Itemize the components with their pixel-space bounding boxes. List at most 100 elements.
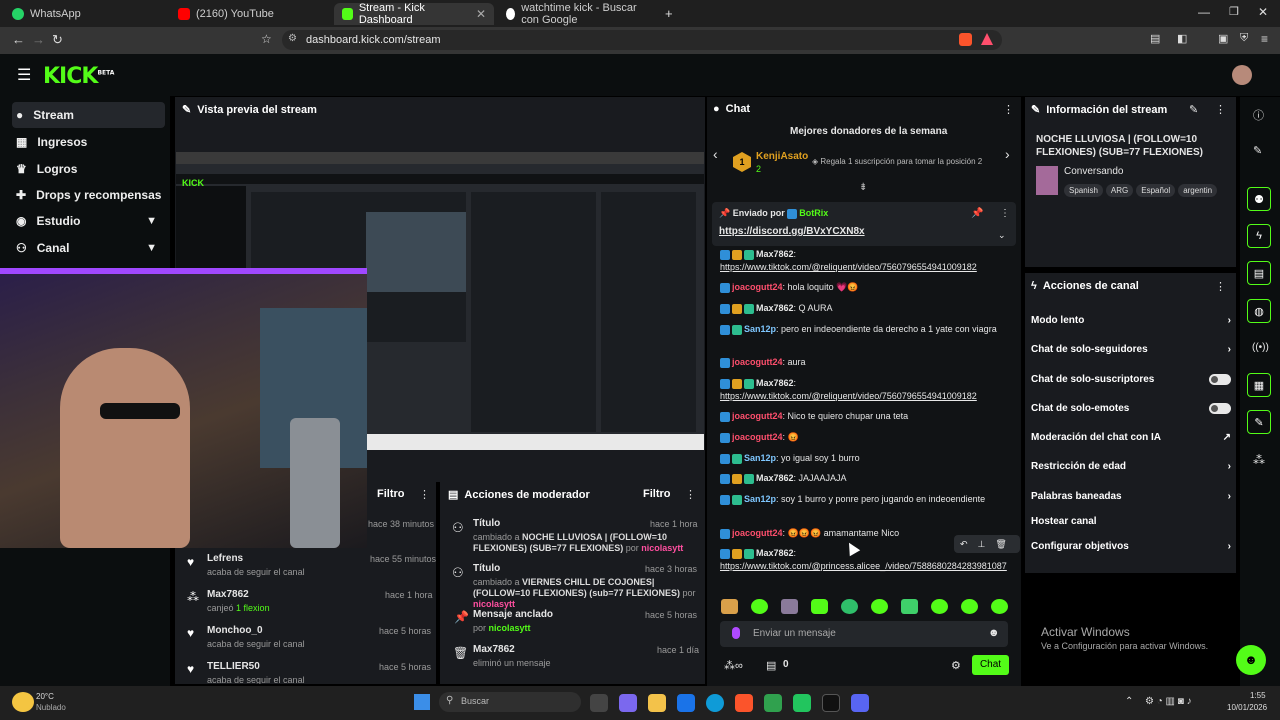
menu-icon[interactable]: ≡ [1261,32,1268,46]
chat-username[interactable]: Max7862 [756,378,794,388]
support-chat-button[interactable]: ☻ [1236,645,1266,675]
chevron-left-icon[interactable]: ‹ [713,146,718,162]
action-modo-lento[interactable]: Modo lento › [1031,315,1231,326]
chat-username[interactable]: Max7862 [756,548,794,558]
moderation-icon[interactable]: ▦ [1247,373,1271,397]
chat-username[interactable]: Max7862 [756,249,794,259]
sidebar-item-estudio[interactable]: ◉ Estudio ▼ [12,208,165,234]
activity-icon[interactable]: ⁂ [1253,453,1265,467]
hype-icon[interactable]: ⁂∞ [724,659,743,672]
windows-start-icon[interactable] [414,694,430,710]
maximize-icon[interactable]: ❐ [1229,5,1239,18]
pinned-link[interactable]: https://discord.gg/BVxYCXN8x [719,226,865,237]
chat-message[interactable]: San12p: yo igual soy 1 burro [720,452,1000,465]
minimize-icon[interactable]: — [1198,5,1210,19]
action-restriccion-edad[interactable]: Restricción de edad › [1031,461,1231,472]
brave-rewards-icon[interactable] [981,33,993,45]
stream-category[interactable]: Conversando [1064,166,1123,177]
chat-link[interactable]: https://www.tiktok.com/@princess.alicee_… [720,561,1007,571]
settings-gear-icon[interactable]: ⚙ [951,659,961,672]
chat-username[interactable]: San12p [744,324,776,334]
event-user[interactable]: Lefrens [207,553,243,564]
chat-link[interactable]: https://www.tiktok.com/@reliquent/video/… [720,391,977,401]
tag-chip[interactable]: argentin [1178,184,1218,197]
avatar[interactable] [1232,65,1252,85]
wrench-icon[interactable]: ✎ [1247,410,1271,434]
new-tab-icon[interactable]: + [665,6,673,21]
chat-message[interactable]: Max7862: https://www.tiktok.com/@reliquen… [720,248,1000,274]
action-palabras-baneadas[interactable]: Palabras baneadas › [1031,491,1231,502]
kick-logo[interactable]: KICKBETA [43,64,114,89]
mod-item-user[interactable]: nicolasytt [641,543,683,553]
sidebar-item-drops[interactable]: ✚ Drops y recompensas [12,182,165,208]
mod-filter-button[interactable]: Filtro [643,488,671,500]
chat-link[interactable]: https://www.tiktok.com/@reliquent/video/… [720,262,977,272]
url-field[interactable]: ⚙ dashboard.kick.com/stream [282,30,1002,50]
action-configurar-objetivos[interactable]: Configurar objetivos › [1031,541,1231,552]
info-icon[interactable]: ⓘ [1253,107,1264,123]
chat-message[interactable]: Max7862: Q AURA [720,302,1000,315]
emote-icon[interactable] [901,599,918,614]
wallet-icon[interactable]: ▣ [1218,32,1228,45]
treasure-icon[interactable]: ▤ [766,659,776,672]
chat-send-button[interactable]: Chat [972,655,1009,675]
more-vertical-icon[interactable]: ⋮ [1003,103,1014,116]
tag-chip[interactable]: Español [1136,184,1176,197]
emote-icon[interactable] [871,599,888,614]
back-icon[interactable]: ← [12,32,25,47]
donor-name[interactable]: KenjiAsato [756,151,808,162]
weather-icon[interactable] [12,692,34,712]
event-user[interactable]: Max7862 [207,589,249,600]
discord-icon[interactable] [851,694,869,712]
event-user[interactable]: Monchoo_0 [207,625,263,636]
sidebar-item-stream[interactable]: ● Stream [12,102,165,128]
task-view-icon[interactable] [590,694,608,712]
hamburger-icon[interactable]: ☰ [17,65,31,85]
edit-icon[interactable]: ✎ [1189,103,1198,116]
bookmark-icon[interactable]: ☆ [261,32,272,46]
lightning-icon[interactable]: ϟ [1247,224,1271,248]
unpin-icon[interactable]: 📌 [971,208,983,219]
tab-kick-dashboard[interactable]: Stream - Kick Dashboard ✕ [334,2,494,26]
close-tab-icon[interactable]: ✕ [476,7,486,21]
action-moderacion-ia[interactable]: Moderación del chat con IA ↗ [1031,432,1231,443]
pin-icon[interactable]: ⊥ [978,539,986,550]
more-vertical-icon[interactable]: ⋮ [1215,280,1226,293]
chat-message[interactable]: Max7862: JAJAAJAJA [720,472,1000,485]
whatsapp-taskbar-icon[interactable] [793,694,811,712]
toggle-switch[interactable] [1209,403,1231,414]
emote-icon[interactable] [811,599,828,614]
chat-username[interactable]: joacogutt24 [732,357,783,367]
events-filter-button[interactable]: Filtro [377,488,405,500]
chat-message[interactable]: joacogutt24: hola loquito 💗😡 [720,281,1000,294]
collapse-icon[interactable]: ⇟ [859,182,867,193]
chat-username[interactable]: joacogutt24 [732,411,783,421]
sidebar-item-logros[interactable]: ♛ Logros [12,156,165,182]
pinned-user[interactable]: BotRix [799,208,828,218]
chat-username[interactable]: joacogutt24 [732,528,783,538]
document-icon[interactable]: ▤ [1247,261,1271,285]
edit-icon[interactable]: ✎ [1253,144,1262,157]
emote-icon[interactable] [991,599,1008,614]
chat-username[interactable]: Max7862 [756,303,794,313]
close-window-icon[interactable]: ✕ [1258,5,1268,19]
store-icon[interactable] [677,694,695,712]
mod-item-user[interactable]: nicolasytt [489,623,531,633]
sidebar-toggle-icon[interactable]: ▤ [1150,32,1160,45]
action-solo-seguidores[interactable]: Chat de solo-seguidores › [1031,344,1231,355]
tab-whatsapp[interactable]: WhatsApp [4,3,169,25]
action-solo-suscriptores[interactable]: Chat de solo-suscriptores [1031,374,1231,385]
event-user[interactable]: TELLIER50 [207,661,260,672]
emote-icon[interactable] [841,599,858,614]
file-explorer-icon[interactable] [648,694,666,712]
rail-quick-action-icon[interactable]: ⚉ [1247,187,1271,211]
chat-input[interactable]: Enviar un mensaje ☻ [720,621,1008,647]
chat-message[interactable]: joacogutt24: 😡 [720,431,1000,444]
chat-message[interactable]: joacogutt24: aura [720,356,1000,369]
chat-username[interactable]: San12p [744,453,776,463]
tab-youtube[interactable]: (2160) YouTube [170,3,335,25]
teams-icon[interactable] [619,694,637,712]
panel-icon[interactable]: ◧ [1177,32,1187,45]
more-vertical-icon[interactable]: ⋮ [1215,103,1226,116]
reply-icon[interactable]: ↶ [960,539,968,550]
